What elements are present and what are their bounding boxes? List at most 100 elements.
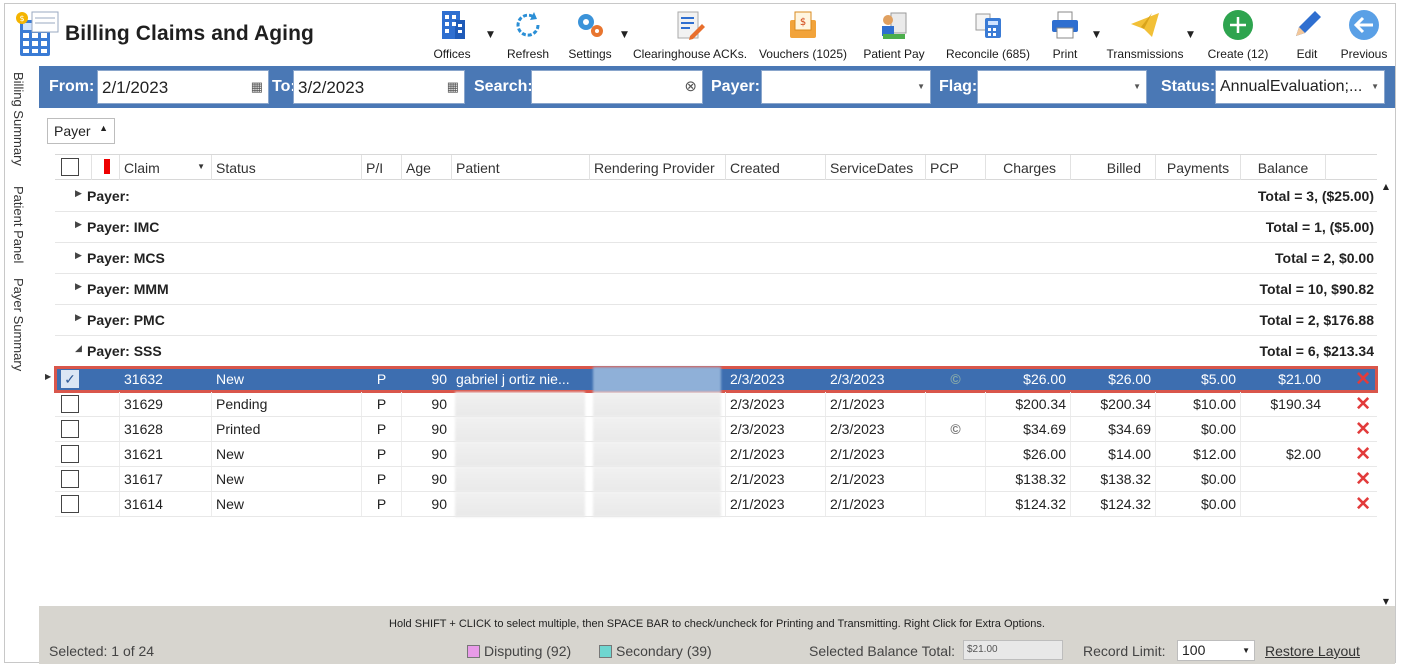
group-by-payer-chip[interactable]: Payer ▲: [47, 118, 115, 144]
group-row[interactable]: ▶ Payer: Total = 3, ($25.00): [55, 181, 1377, 212]
payer-label: Payer:: [711, 78, 760, 95]
selected-balance-value: $21.00: [963, 640, 1063, 660]
secondary-legend[interactable]: Secondary (39): [599, 643, 712, 659]
header-pcp[interactable]: PCP: [925, 155, 985, 180]
toolbar-button-previous[interactable]: Previous: [1339, 6, 1389, 64]
header-age[interactable]: Age: [401, 155, 451, 180]
record-limit-select[interactable]: 100 ▼: [1177, 640, 1255, 661]
group-row[interactable]: ▶ Payer: IMC Total = 1, ($5.00): [55, 212, 1377, 243]
group-row[interactable]: ◢ Payer: SSS Total = 6, $213.34: [55, 336, 1377, 367]
delete-icon[interactable]: ✕: [1355, 418, 1371, 441]
header-flag[interactable]: [91, 155, 119, 180]
cell-created: 2/1/2023: [725, 442, 825, 466]
calendar-icon[interactable]: ▦: [251, 79, 263, 95]
scroll-down-icon[interactable]: ▼: [1379, 597, 1393, 606]
delete-icon[interactable]: ✕: [1355, 443, 1371, 466]
chevron-down-icon[interactable]: ▼: [1093, 30, 1100, 40]
row-checkbox[interactable]: [61, 395, 79, 413]
side-tab-billing-summary[interactable]: Billing Summary: [11, 72, 26, 166]
disputing-legend[interactable]: Disputing (92): [467, 643, 571, 659]
toolbar-button-settings[interactable]: Settings: [561, 6, 619, 64]
cell-status: New: [211, 492, 361, 516]
header-pi[interactable]: P/I: [361, 155, 401, 180]
select-all-checkbox[interactable]: [61, 158, 79, 176]
row-checkbox[interactable]: [61, 470, 79, 488]
group-row[interactable]: ▶ Payer: MCS Total = 2, $0.00: [55, 243, 1377, 274]
table-row[interactable]: 31629 Pending P 90 2/3/2023 2/1/2023 $200.34 $2…: [55, 392, 1377, 417]
header-status[interactable]: Status: [211, 155, 361, 180]
collapsed-triangle-icon[interactable]: ▶: [75, 282, 82, 292]
group-row[interactable]: ▶ Payer: MMM Total = 10, $90.82: [55, 274, 1377, 305]
cell-charges: $26.00: [1023, 371, 1066, 387]
search-input[interactable]: ⊗: [531, 70, 703, 104]
row-checkbox[interactable]: ✓: [61, 370, 79, 388]
clear-search-icon[interactable]: ⊗: [684, 77, 697, 95]
toolbar-button-edit[interactable]: Edit: [1285, 6, 1329, 64]
cell-balance: $21.00: [1278, 371, 1321, 387]
cell-service: 2/1/2023: [825, 467, 925, 491]
flag-label: Flag:: [939, 78, 978, 95]
header-rendering-provider[interactable]: Rendering Provider: [589, 155, 725, 180]
side-tab-patient-panel[interactable]: Patient Panel: [11, 186, 26, 263]
calendar-icon[interactable]: ▦: [447, 79, 459, 95]
header-billed[interactable]: Billed: [1070, 155, 1155, 180]
collapsed-triangle-icon[interactable]: ▶: [75, 189, 82, 199]
claims-grid: Claim ▼ Status P/I Age Patient Rendering…: [39, 154, 1395, 606]
header-payments[interactable]: Payments: [1155, 155, 1240, 180]
restore-layout-link[interactable]: Restore Layout: [1265, 643, 1360, 659]
group-total: Total = 2, $176.88: [1259, 312, 1374, 328]
toolbar-button-transmissions[interactable]: Transmissions: [1105, 6, 1185, 64]
table-row[interactable]: 31614 New P 90 2/1/2023 2/1/2023 $124.32 $124.3…: [55, 492, 1377, 517]
table-row[interactable]: 31617 New P 90 2/1/2023 2/1/2023 $138.32 $138.3…: [55, 467, 1377, 492]
toolbar-button-create-12[interactable]: Create (12): [1205, 6, 1271, 64]
header-claim[interactable]: Claim ▼: [119, 155, 211, 180]
payer-select[interactable]: ▼: [761, 70, 931, 104]
header-service-dates[interactable]: ServiceDates: [825, 155, 925, 180]
flag-select[interactable]: ▼: [977, 70, 1147, 104]
sort-asc-icon: ▲: [99, 123, 108, 133]
toolbar-button-reconcile-685[interactable]: Reconcile (685): [945, 6, 1031, 64]
toolbar-button-offices[interactable]: Offices: [429, 6, 475, 64]
toolbar-button-patient-pay[interactable]: Patient Pay: [861, 6, 927, 64]
table-row[interactable]: 31628 Printed P 90 2/3/2023 2/3/2023 © $34.69 $3…: [55, 417, 1377, 442]
chevron-down-icon[interactable]: ▼: [487, 30, 494, 40]
collapsed-triangle-icon[interactable]: ▶: [75, 313, 82, 323]
group-row[interactable]: ▶ Payer: PMC Total = 2, $176.88: [55, 305, 1377, 336]
header-charges[interactable]: Charges: [985, 155, 1070, 180]
delete-icon[interactable]: ✕: [1355, 393, 1371, 416]
cell-pcp: [925, 442, 985, 466]
status-select[interactable]: AnnualEvaluation;... ▼: [1215, 70, 1385, 104]
cell-patient: gabriel j ortiz nie...: [456, 371, 570, 387]
header-balance[interactable]: Balance: [1240, 155, 1325, 180]
row-checkbox[interactable]: [61, 420, 79, 438]
delete-icon[interactable]: ✕: [1355, 468, 1371, 491]
side-tab-payer-summary[interactable]: Payer Summary: [11, 278, 26, 371]
toolbar-button-vouchers-1025[interactable]: $ Vouchers (1025): [757, 6, 849, 64]
grid-scrollbar[interactable]: ▲ ▼: [1379, 182, 1393, 606]
delete-icon[interactable]: ✕: [1355, 368, 1371, 391]
row-checkbox[interactable]: [61, 445, 79, 463]
record-limit-label: Record Limit:: [1083, 643, 1166, 659]
table-row[interactable]: 31621 New P 90 2/1/2023 2/1/2023 $26.00 $14.00 $…: [55, 442, 1377, 467]
redacted-patient: [455, 392, 585, 417]
row-checkbox[interactable]: [61, 495, 79, 513]
toolbar-button-refresh[interactable]: Refresh: [505, 6, 551, 64]
header-created[interactable]: Created: [725, 155, 825, 180]
collapsed-triangle-icon[interactable]: ▶: [75, 251, 82, 261]
toolbar-button-clearinghouse-acks[interactable]: Clearinghouse ACKs.: [633, 6, 747, 64]
cell-billed: $34.69: [1070, 417, 1155, 441]
header-patient[interactable]: Patient: [451, 155, 589, 180]
scroll-up-icon[interactable]: ▲: [1379, 182, 1393, 191]
delete-icon[interactable]: ✕: [1355, 493, 1371, 516]
chevron-down-icon[interactable]: ▼: [621, 30, 628, 40]
table-row[interactable]: ▶ ✓ 31632 New P 90 gabriel j ortiz nie... 2/3/2…: [45, 366, 1378, 393]
group-by-panel: Payer ▲: [39, 108, 1395, 154]
expanded-triangle-icon[interactable]: ◢: [75, 344, 82, 354]
header-select-all[interactable]: [55, 155, 91, 180]
to-date-field[interactable]: 3/2/2023 ▦: [293, 70, 465, 104]
collapsed-triangle-icon[interactable]: ▶: [75, 220, 82, 230]
from-date-field[interactable]: 2/1/2023 ▦: [97, 70, 269, 104]
chevron-down-icon[interactable]: ▼: [1187, 30, 1194, 40]
redacted-provider: [593, 392, 721, 417]
toolbar-button-print[interactable]: Print: [1045, 6, 1085, 64]
